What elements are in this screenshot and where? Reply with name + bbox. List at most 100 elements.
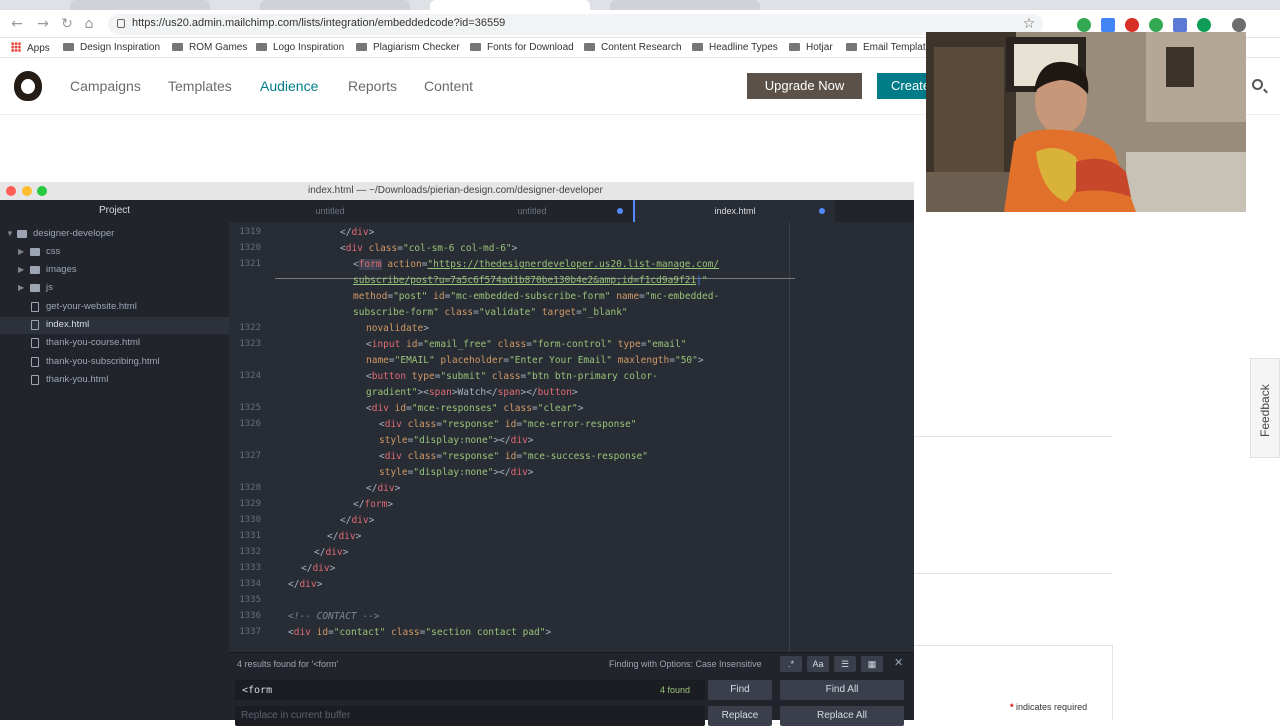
extension-icon[interactable] — [1125, 18, 1139, 32]
file-icon — [31, 375, 39, 385]
divider — [914, 573, 1112, 574]
chevron-down-icon: ▼ — [6, 229, 14, 238]
folder-icon — [256, 43, 267, 51]
bookmark-star-icon[interactable]: ☆ — [1020, 15, 1038, 33]
code-line: </div> — [327, 531, 362, 542]
nav-content[interactable]: Content — [424, 78, 473, 94]
tree-file-selected[interactable]: index.html — [0, 317, 229, 334]
nav-campaigns[interactable]: Campaigns — [70, 78, 141, 94]
bookmark-item[interactable]: ROM Games — [172, 42, 247, 53]
code-line: <div class="response" id="mce-success-re… — [379, 451, 648, 462]
reload-icon[interactable]: ↻ — [58, 15, 76, 33]
code-line: gradient"><span>Watch</span></button> — [366, 387, 578, 398]
folder-icon — [470, 43, 481, 51]
replace-button[interactable]: Replace — [708, 706, 772, 726]
required-note: * indicates required — [1010, 702, 1088, 712]
nav-audience[interactable]: Audience — [260, 78, 318, 94]
regex-toggle[interactable]: .* — [780, 656, 802, 672]
tree-file[interactable]: get-your-website.html — [0, 299, 229, 316]
back-icon[interactable]: ← — [8, 15, 26, 33]
folder-icon — [30, 248, 40, 256]
bookmark-item[interactable]: Email Templates — [846, 42, 936, 53]
extension-icon[interactable] — [1149, 18, 1163, 32]
extension-icon[interactable] — [1197, 18, 1211, 32]
selection-toggle-icon[interactable]: ☰ — [834, 656, 856, 672]
code-line: <form action="https://thedesignerdevelop… — [353, 259, 720, 270]
code-area[interactable]: 1319 1320 1321 1322 1323 1324 1325 1326 … — [229, 222, 914, 652]
tree-folder[interactable]: ▶ images — [0, 262, 229, 279]
code-line: <div class="response" id="mce-error-resp… — [379, 419, 637, 430]
search-icon[interactable] — [1252, 79, 1263, 90]
tree-folder[interactable]: ▶ js — [0, 280, 229, 297]
editor-tab[interactable]: untitled — [229, 200, 431, 222]
tree-folder-root[interactable]: ▼ designer-developer — [0, 226, 229, 243]
bookmark-item[interactable]: Design Inspiration — [63, 42, 160, 53]
browser-tab[interactable] — [260, 0, 410, 10]
url-field[interactable]: https://us20.admin.mailchimp.com/lists/i… — [108, 14, 1043, 35]
line-number: 1331 — [239, 531, 261, 541]
close-icon[interactable]: ✕ — [894, 656, 903, 669]
nav-reports[interactable]: Reports — [348, 78, 397, 94]
code-line: <input id="email_free" class="form-contr… — [366, 339, 687, 350]
find-button[interactable]: Find — [708, 680, 772, 700]
case-toggle[interactable]: Aa — [807, 656, 829, 672]
editor-tab-active[interactable]: index.html — [633, 200, 835, 222]
bookmark-item[interactable]: Logo Inspiration — [256, 42, 344, 53]
line-number: 1332 — [239, 547, 261, 557]
replace-placeholder: Replace in current buffer — [241, 710, 351, 721]
bookmark-item[interactable]: Hotjar — [789, 42, 833, 53]
tree-file[interactable]: thank-you.html — [0, 372, 229, 389]
profile-avatar[interactable] — [1232, 18, 1246, 32]
folder-icon — [172, 43, 183, 51]
line-number: 1328 — [239, 483, 261, 493]
feedback-label: Feedback — [1258, 384, 1272, 437]
editor-title: index.html — ~/Downloads/pierian-design.… — [308, 185, 603, 196]
replace-all-button[interactable]: Replace All — [780, 706, 904, 726]
bookmark-item[interactable]: Fonts for Download — [470, 42, 574, 53]
code-line: name="EMAIL" placeholder="Enter Your Ema… — [366, 355, 704, 366]
code-line: </div> — [366, 483, 401, 494]
find-panel: 4 results found for '<form' Finding with… — [229, 652, 914, 726]
tree-file[interactable]: thank-you-subscribing.html — [0, 354, 229, 371]
code-line: subscribe/post?u=7a5c6f574ad1b870be130b4… — [353, 275, 708, 286]
bookmark-item[interactable]: Content Research — [584, 42, 682, 53]
bookmark-item[interactable]: Plagiarism Checker — [356, 42, 460, 53]
find-input[interactable]: <form — [235, 680, 705, 700]
maximize-window-icon[interactable] — [37, 186, 47, 196]
divider — [1112, 645, 1113, 720]
browser-tab[interactable] — [610, 0, 760, 10]
file-icon — [31, 320, 39, 330]
extension-icon[interactable] — [1077, 18, 1091, 32]
line-number: 1336 — [239, 611, 261, 621]
nav-templates[interactable]: Templates — [168, 78, 232, 94]
home-icon[interactable]: ⌂ — [80, 15, 98, 33]
editor-tabs: untitled untitled index.html — [229, 200, 914, 222]
tree-file[interactable]: thank-you-course.html — [0, 335, 229, 352]
chevron-right-icon: ▶ — [18, 283, 25, 292]
chevron-right-icon: ▶ — [18, 247, 25, 256]
bookmark-item[interactable]: Headline Types — [692, 42, 778, 53]
forward-icon[interactable]: → — [34, 15, 52, 33]
extension-icon[interactable] — [1101, 18, 1115, 32]
close-window-icon[interactable] — [6, 186, 16, 196]
upgrade-now-button[interactable]: Upgrade Now — [747, 73, 862, 99]
minimize-window-icon[interactable] — [22, 186, 32, 196]
line-number: 1335 — [239, 595, 261, 605]
editor-tab[interactable]: untitled — [431, 200, 633, 222]
browser-tab[interactable] — [70, 0, 210, 10]
bookmark-apps[interactable]: Apps — [11, 42, 50, 54]
find-options-text: Finding with Options: Case Insensitive — [609, 659, 762, 669]
code-line: style="display:none"></div> — [379, 467, 534, 478]
line-number: 1323 — [239, 339, 261, 349]
mailchimp-logo-icon[interactable] — [14, 71, 42, 101]
find-all-button[interactable]: Find All — [780, 680, 904, 700]
code-line: <div class="col-sm-6 col-md-6"> — [340, 243, 518, 254]
browser-tab-active[interactable] — [430, 0, 590, 10]
feedback-tab[interactable]: Feedback — [1250, 358, 1280, 458]
replace-input[interactable]: Replace in current buffer — [235, 706, 705, 726]
line-number: 1334 — [239, 579, 261, 589]
whole-word-toggle-icon[interactable]: ▦ — [861, 656, 883, 672]
extension-icon[interactable] — [1173, 18, 1187, 32]
line-number: 1319 — [239, 227, 261, 237]
tree-folder[interactable]: ▶ css — [0, 244, 229, 261]
